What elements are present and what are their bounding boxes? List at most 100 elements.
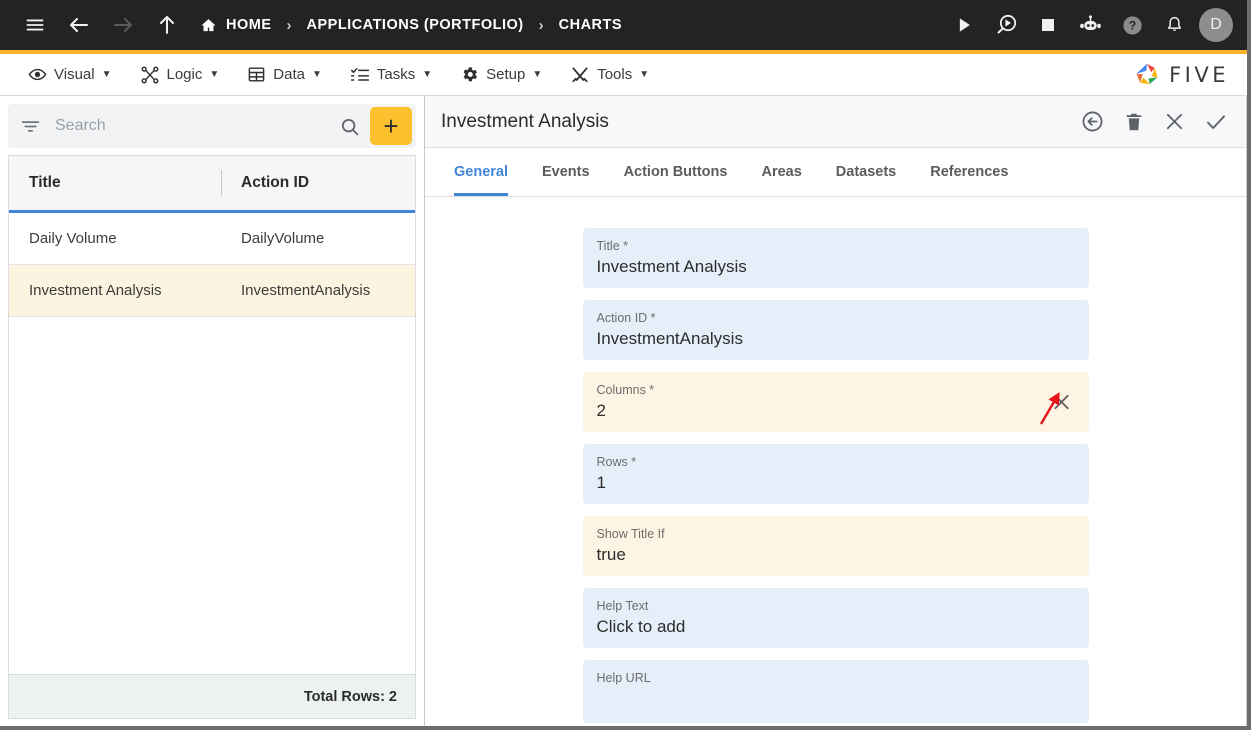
debug-icon[interactable] [989, 8, 1023, 42]
menu-item-tools[interactable]: Tools ▼ [556, 54, 663, 95]
hamburger-menu-icon[interactable] [18, 8, 52, 42]
top-navigation-bar: HOME › APPLICATIONS (PORTFOLIO) › CHARTS [0, 0, 1247, 50]
search-icon[interactable] [329, 116, 370, 137]
back-arrow-icon[interactable] [62, 8, 96, 42]
breadcrumb: HOME › APPLICATIONS (PORTFOLIO) › CHARTS [200, 17, 622, 34]
tab-datasets[interactable]: Datasets [819, 148, 913, 196]
home-icon [200, 17, 217, 34]
search-bar: + [8, 104, 416, 148]
tab-areas[interactable]: Areas [744, 148, 818, 196]
up-arrow-icon[interactable] [150, 8, 184, 42]
field-value-show-title-if[interactable]: true [597, 542, 1075, 567]
grid-body: Daily Volume DailyVolume Investment Anal… [9, 213, 415, 674]
menu-label-tools: Tools [597, 66, 633, 83]
checklist-icon [350, 65, 370, 85]
chevron-down-icon: ▼ [532, 69, 543, 80]
table-icon [247, 65, 266, 84]
main-menu-bar: Visual ▼ Logic ▼ Data ▼ Tasks ▼ Setup ▼ … [0, 54, 1247, 96]
cell-title: Investment Analysis [29, 282, 162, 299]
logic-nodes-icon [140, 65, 160, 85]
chevron-down-icon: ▼ [422, 69, 433, 80]
filter-icon[interactable] [20, 116, 41, 137]
delete-icon[interactable] [1123, 111, 1145, 133]
chevron-down-icon: ▼ [101, 69, 112, 80]
field-label-show-title-if: Show Title If [596, 527, 665, 541]
field-rows[interactable]: Rows * 1 [582, 444, 1089, 504]
breadcrumb-item-charts[interactable]: CHARTS [559, 17, 622, 33]
application-window: HOME › APPLICATIONS (PORTFOLIO) › CHARTS [0, 0, 1251, 730]
tab-action-buttons[interactable]: Action Buttons [607, 148, 745, 196]
table-row[interactable]: Daily Volume DailyVolume [9, 213, 415, 265]
notifications-icon[interactable] [1157, 8, 1191, 42]
tab-events[interactable]: Events [525, 148, 607, 196]
records-grid: Title Action ID Daily Volume DailyVolume… [8, 155, 416, 674]
menu-item-data[interactable]: Data ▼ [233, 54, 336, 95]
chevron-down-icon: ▼ [209, 69, 220, 80]
field-help-text[interactable]: Help Text Click to add [582, 588, 1089, 648]
menu-item-visual[interactable]: Visual ▼ [14, 54, 126, 95]
menu-label-data: Data [273, 66, 305, 83]
field-value-columns[interactable]: 2 [597, 398, 1075, 423]
editor-tabs: General Events Action Buttons Areas Data… [425, 148, 1246, 197]
five-pinwheel-icon [1133, 61, 1161, 89]
field-label-help-url: Help URL [596, 671, 651, 685]
records-list-panel: + Title Action ID Daily Volume DailyVolu… [0, 96, 425, 726]
field-label-title: Title * [596, 239, 629, 253]
chevron-down-icon: ▼ [639, 69, 650, 80]
breadcrumb-label-home: HOME [226, 17, 272, 33]
field-value-help-url[interactable] [597, 686, 1075, 714]
field-action-id[interactable]: Action ID * InvestmentAnalysis [582, 300, 1089, 360]
field-help-url[interactable]: Help URL [582, 660, 1089, 723]
forward-arrow-icon[interactable] [106, 8, 140, 42]
columns-clear-icon[interactable] [1050, 391, 1073, 414]
menu-item-setup[interactable]: Setup ▼ [446, 54, 556, 95]
field-label-action-id: Action ID * [596, 311, 656, 325]
breadcrumb-separator-1: › [286, 16, 292, 34]
column-header-title[interactable]: Title [9, 174, 221, 192]
revert-icon[interactable] [1080, 109, 1105, 134]
field-columns[interactable]: Columns * 2 [582, 372, 1089, 432]
editor-header: Investment Analysis [425, 96, 1246, 148]
column-header-action-id[interactable]: Action ID [221, 174, 309, 192]
field-value-title[interactable]: Investment Analysis [597, 254, 1075, 279]
svg-text:?: ? [1128, 18, 1135, 32]
field-value-rows[interactable]: 1 [597, 470, 1075, 495]
menu-item-tasks[interactable]: Tasks ▼ [336, 54, 446, 95]
general-form: Title * Investment Analysis Action ID * … [425, 197, 1246, 726]
total-rows-label: Total Rows: 2 [8, 674, 416, 719]
breadcrumb-label-charts: CHARTS [558, 17, 623, 33]
help-icon[interactable]: ? [1115, 8, 1149, 42]
tools-icon [570, 65, 590, 85]
run-icon[interactable] [947, 8, 981, 42]
menu-item-logic[interactable]: Logic ▼ [126, 54, 234, 95]
field-show-title-if[interactable]: Show Title If true [582, 516, 1089, 576]
stop-icon[interactable] [1031, 8, 1065, 42]
avatar[interactable]: D [1199, 8, 1233, 42]
close-icon[interactable] [1163, 110, 1186, 133]
chevron-down-icon: ▼ [311, 69, 322, 80]
brand-logo: FIVE [1133, 61, 1229, 89]
menu-label-logic: Logic [166, 66, 203, 83]
breadcrumb-separator-2: › [538, 16, 544, 34]
tab-references[interactable]: References [913, 148, 1025, 196]
menu-label-visual: Visual [54, 66, 95, 83]
breadcrumb-item-home[interactable]: HOME [200, 17, 272, 34]
column-divider[interactable] [221, 170, 222, 196]
topbar-actions: ? D [947, 8, 1233, 42]
field-value-help-text[interactable]: Click to add [597, 614, 1075, 639]
breadcrumb-label-applications: APPLICATIONS (PORTFOLIO) [306, 17, 524, 33]
menu-label-tasks: Tasks [376, 66, 416, 83]
breadcrumb-item-applications[interactable]: APPLICATIONS (PORTFOLIO) [307, 17, 524, 33]
table-row[interactable]: Investment Analysis InvestmentAnalysis [9, 265, 415, 317]
cell-action-id: InvestmentAnalysis [241, 282, 371, 299]
record-editor-panel: Investment Analysis General Events Actio… [425, 96, 1247, 726]
field-title[interactable]: Title * Investment Analysis [582, 228, 1089, 288]
add-record-button[interactable]: + [370, 107, 412, 145]
brand-name: FIVE [1169, 62, 1229, 87]
field-value-action-id[interactable]: InvestmentAnalysis [597, 326, 1075, 351]
search-input[interactable] [55, 117, 329, 135]
save-icon[interactable] [1204, 110, 1228, 134]
tab-general[interactable]: General [437, 148, 525, 196]
chatbot-icon[interactable] [1073, 8, 1107, 42]
cell-action-id: DailyVolume [241, 230, 325, 247]
